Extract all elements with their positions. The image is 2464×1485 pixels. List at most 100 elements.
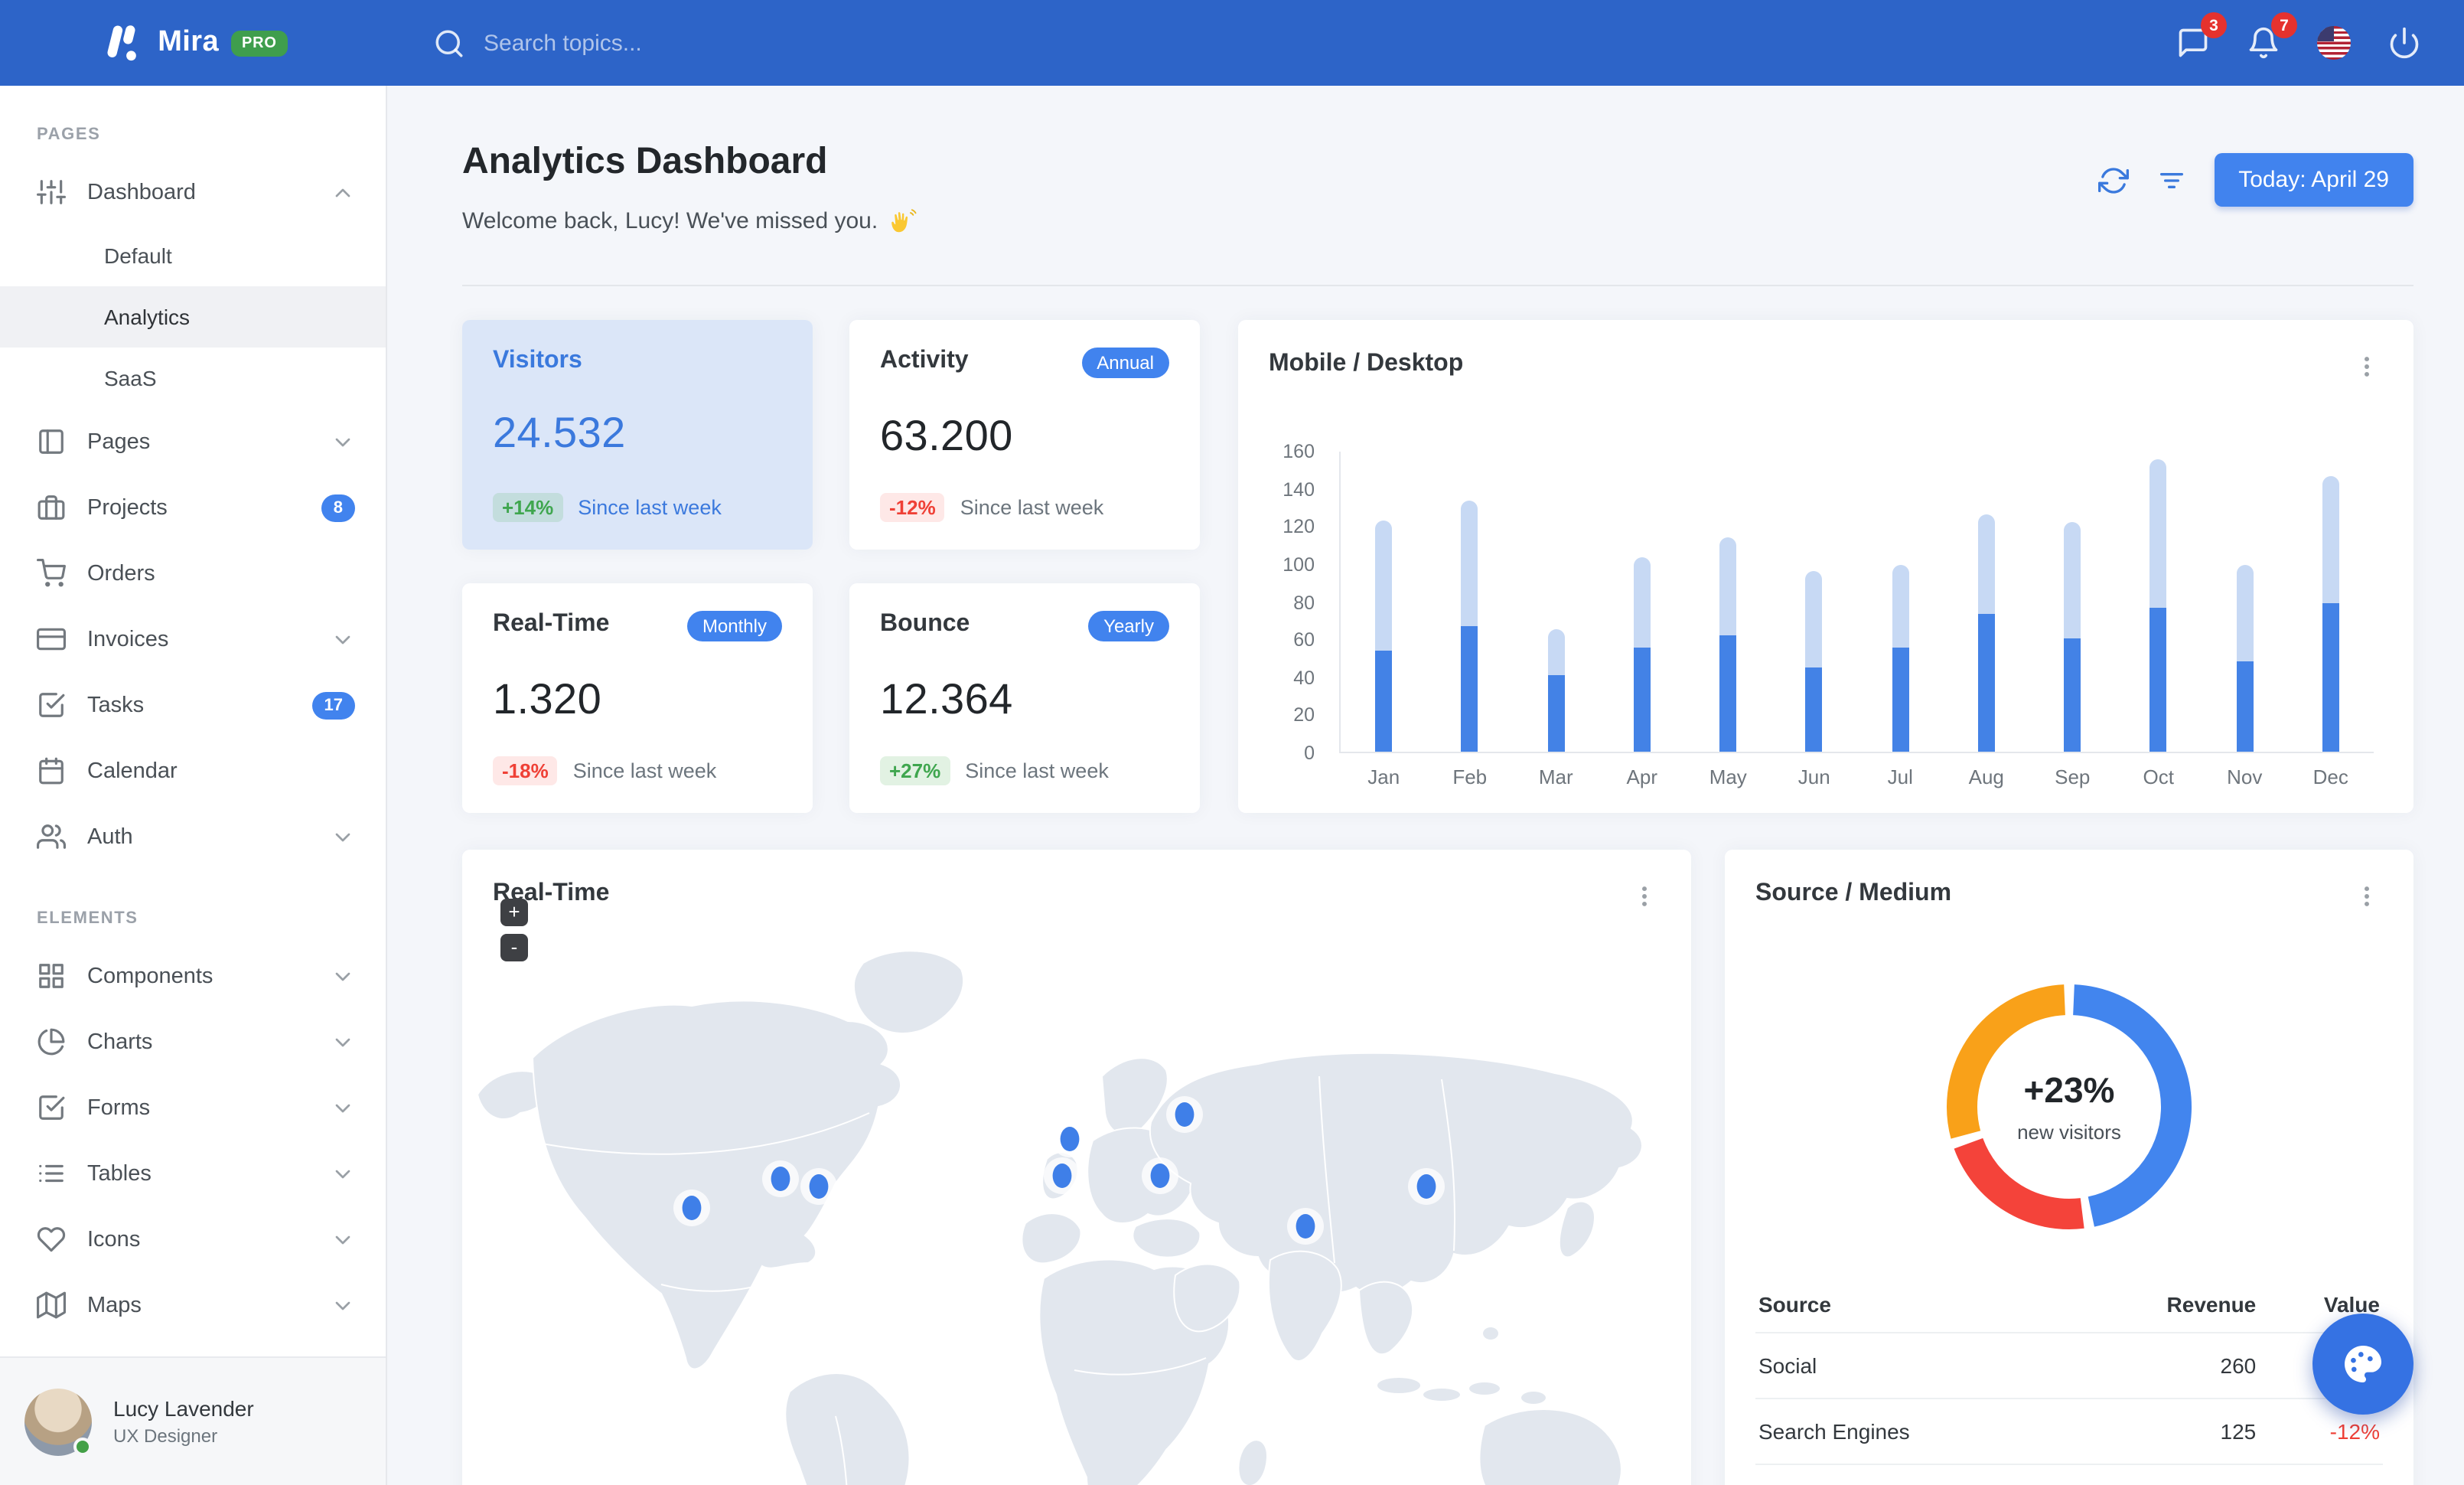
sidebar-item-pages[interactable]: Pages — [0, 409, 386, 475]
sidebar-item-calendar[interactable]: Calendar — [0, 738, 386, 804]
bar-jun — [1805, 570, 1823, 752]
sidebar-item-invoices[interactable]: Invoices — [0, 606, 386, 672]
sidebar-badge: 8 — [321, 494, 355, 521]
map-marker-1[interactable] — [673, 1190, 710, 1226]
bar-jul — [1892, 565, 1909, 752]
map-marker-4[interactable] — [1051, 1121, 1088, 1157]
stat-delta-chip: -18% — [493, 756, 558, 785]
stat-card-activity: Activity Annual 63.200 -12% Since last week — [849, 320, 1200, 550]
x-axis-label-may: May — [1709, 765, 1747, 788]
map-landmass — [1267, 1250, 1342, 1363]
sidebar-subitem-saas[interactable]: SaaS — [0, 348, 386, 409]
cell-source: Direct — [1755, 1464, 2069, 1485]
sidebar-subitem-analytics[interactable]: Analytics — [0, 286, 386, 348]
map-marker-2[interactable] — [762, 1160, 799, 1197]
x-axis-label-aug: Aug — [1968, 765, 2004, 788]
sidebar-subitem-default[interactable]: Default — [0, 225, 386, 286]
heart-icon — [37, 1225, 66, 1254]
map-landmass — [1021, 1212, 1082, 1265]
sidebar-item-auth[interactable]: Auth — [0, 804, 386, 870]
bar-dec — [2322, 476, 2339, 752]
sidebar-user[interactable]: Lucy Lavender UX Designer — [0, 1356, 386, 1485]
realtime-map-card: Real-Time + - — [462, 850, 1691, 1485]
stat-value: 63.200 — [880, 412, 1013, 459]
map-marker-6[interactable] — [1166, 1096, 1203, 1133]
cell-revenue: 125 — [2068, 1399, 2260, 1465]
bar-mar — [1547, 628, 1565, 752]
stat-value: 24.532 — [493, 409, 626, 456]
bar-chart: 0 20 40 60 80 100 120 140 160 Jan Feb Mar Apr May Jun… — [1272, 441, 2380, 788]
map-marker-8[interactable] — [1287, 1208, 1324, 1245]
sidebar-item-label: Charts — [87, 1030, 153, 1054]
sidebar-item-tasks[interactable]: Tasks 17 — [0, 672, 386, 738]
x-axis-label-nov: Nov — [2227, 765, 2263, 788]
brand[interactable]: Mira PRO — [0, 20, 387, 66]
stat-period-badge: Monthly — [686, 611, 782, 641]
sidebar-item-label: Forms — [87, 1095, 151, 1120]
donut-center-caption: new visitors — [2017, 1121, 2121, 1144]
sidebar-item-forms[interactable]: Forms — [0, 1075, 386, 1141]
map-landmass — [852, 950, 965, 1034]
sidebar-item-projects[interactable]: Projects 8 — [0, 475, 386, 540]
refresh-icon[interactable] — [2097, 165, 2129, 195]
power-icon — [2387, 26, 2421, 60]
app-root: Mira PRO 3 7 — [0, 0, 2464, 1485]
sidebar-item-label: Components — [87, 964, 213, 988]
chevron-down-icon — [331, 1095, 355, 1120]
map-marker-3[interactable] — [800, 1168, 837, 1205]
cell-revenue: 164 — [2069, 1464, 2259, 1485]
sidebar-item-charts[interactable]: Charts — [0, 1009, 386, 1075]
pro-badge: PRO — [231, 30, 288, 56]
stat-title: Real-Time — [493, 611, 610, 637]
zoom-out-button[interactable]: - — [500, 934, 528, 961]
sidebar-item-maps[interactable]: Maps — [0, 1272, 386, 1338]
mira-logo-icon — [99, 20, 145, 66]
language-selector[interactable] — [2314, 23, 2354, 63]
cart-icon — [37, 559, 66, 588]
more-options-icon[interactable] — [2351, 880, 2383, 912]
mobile-desktop-chart-card: Mobile / Desktop 0 20 40 60 80 100 120 140 160 J… — [1238, 320, 2413, 813]
us-flag-icon — [2317, 26, 2351, 60]
map-landmass — [1132, 1218, 1201, 1258]
layout-icon — [37, 427, 66, 456]
sidebar-item-dashboard[interactable]: Dashboard — [0, 159, 386, 225]
chevron-down-icon — [331, 824, 355, 849]
map-marker-5[interactable] — [1044, 1157, 1080, 1194]
map-marker-7[interactable] — [1142, 1157, 1178, 1194]
users-icon — [37, 822, 66, 851]
sidebar-item-label: Icons — [87, 1227, 141, 1252]
search-icon — [433, 27, 465, 59]
map-marker-9[interactable] — [1408, 1168, 1445, 1205]
y-axis-labels: 0 20 40 60 80 100 120 140 160 — [1283, 441, 1315, 764]
sidebar-item-icons[interactable]: Icons — [0, 1206, 386, 1272]
world-map[interactable] — [462, 911, 1691, 1485]
stat-caption: Since last week — [578, 496, 722, 519]
table-row-social: Social260+35% — [1755, 1333, 2383, 1399]
search-input[interactable] — [484, 30, 1004, 56]
map-landmass — [1478, 1408, 1622, 1485]
sidebar-item-label: Tasks — [87, 693, 145, 717]
map-island — [1469, 1382, 1500, 1395]
chevron-down-icon — [331, 1030, 355, 1054]
sidebar-item-label: Invoices — [87, 627, 169, 651]
date-range-button[interactable]: Today: April 29 — [2214, 153, 2413, 207]
stat-cards-grid: Visitors 24.532 +14% Since last week Activit… — [462, 320, 1200, 813]
logout-button[interactable] — [2384, 23, 2424, 63]
sidebar-item-components[interactable]: Components — [0, 943, 386, 1009]
more-options-icon[interactable] — [1628, 880, 1661, 912]
sidebar-item-orders[interactable]: Orders — [0, 540, 386, 606]
messages-button[interactable]: 3 — [2173, 12, 2227, 63]
donut-chart: +23% new visitors — [1939, 977, 2199, 1237]
stat-title: Bounce — [880, 611, 970, 637]
more-options-icon[interactable] — [2351, 351, 2383, 383]
x-axis-label-dec: Dec — [2312, 765, 2348, 788]
map-landmass — [784, 1372, 911, 1485]
filter-icon[interactable] — [2156, 165, 2186, 195]
theme-settings-fab[interactable] — [2312, 1314, 2413, 1415]
cell-source: Social — [1755, 1333, 2069, 1399]
avatar — [24, 1388, 92, 1455]
notifications-button[interactable]: 7 — [2244, 12, 2297, 63]
zoom-in-button[interactable]: + — [500, 899, 528, 926]
list-icon — [37, 1159, 66, 1188]
sidebar-item-tables[interactable]: Tables — [0, 1141, 386, 1206]
